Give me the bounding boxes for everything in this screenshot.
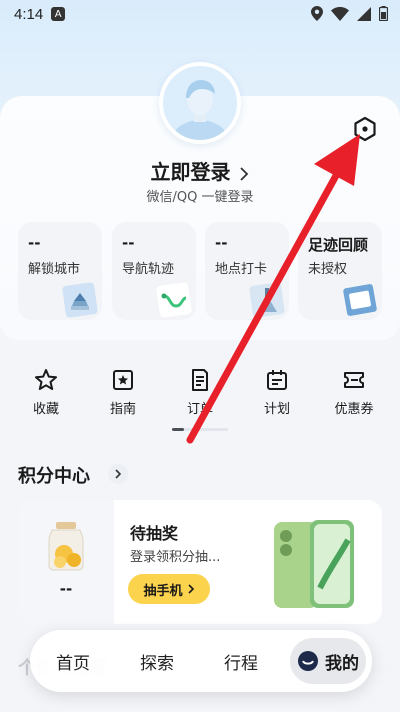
nav-me[interactable]: 我的 <box>290 638 366 684</box>
chevron-right-icon <box>115 469 122 479</box>
wifi-icon <box>331 6 349 21</box>
quick-actions: 收藏 指南 订单 计划 优惠券 <box>0 368 400 418</box>
lottery-description: 登录领积分抽... <box>130 550 221 565</box>
stat-label: 导航轨迹 <box>122 262 175 277</box>
notification-badge: A <box>51 7 66 21</box>
quick-action-label: 订单 <box>186 402 213 417</box>
star-box-icon <box>113 370 133 390</box>
quick-action-orders[interactable]: 订单 <box>170 368 230 417</box>
status-time: 4:14 <box>14 5 44 23</box>
smile-logo-icon <box>298 651 318 671</box>
login-subtitle: 微信/QQ 一键登录 <box>146 190 254 205</box>
status-icons <box>311 6 388 21</box>
login-title-text: 立即登录 <box>150 160 231 184</box>
nav-me-label: 我的 <box>325 653 359 674</box>
settings-hexagon-icon[interactable] <box>352 116 378 142</box>
avatar[interactable] <box>159 62 241 144</box>
points-center-title[interactable]: 积分中心 <box>18 462 90 488</box>
order-icon <box>192 369 208 391</box>
stat-label: 未授权 <box>308 262 348 277</box>
phone-prize-image <box>274 520 354 608</box>
passport-icon <box>343 284 377 316</box>
quick-action-plan[interactable]: 计划 <box>247 368 307 417</box>
stat-label: 解锁城市 <box>28 262 81 277</box>
battery-icon <box>379 6 388 21</box>
star-icon <box>35 369 57 390</box>
calendar-icon <box>267 370 287 390</box>
points-value: -- <box>59 580 73 598</box>
chevron-right-icon <box>187 584 194 594</box>
stat-card-footprint[interactable]: 足迹回顾 未授权 <box>298 222 382 320</box>
signal-icon <box>357 6 371 21</box>
points-center-more[interactable] <box>108 464 128 484</box>
stat-value: 足迹回顾 <box>308 236 369 254</box>
stat-card-cities[interactable]: -- 解锁城市 <box>18 222 102 320</box>
points-jar-panel: -- <box>18 500 114 624</box>
coupon-icon <box>344 372 364 388</box>
default-avatar-icon <box>170 80 230 140</box>
draw-phone-button[interactable]: 抽手机 <box>128 574 210 604</box>
quick-action-label: 优惠券 <box>334 402 374 417</box>
nav-home[interactable]: 首页 <box>44 630 102 692</box>
landmark-icon <box>249 282 285 318</box>
quick-action-coupons[interactable]: 优惠券 <box>324 368 384 417</box>
lottery-title: 待抽奖 <box>130 524 179 543</box>
bottom-nav: 首页 探索 行程 我的 <box>30 630 372 692</box>
quick-action-label: 指南 <box>109 402 136 417</box>
route-icon <box>156 282 192 318</box>
page-indicator <box>172 428 228 431</box>
status-bar: 4:14 A <box>0 0 400 28</box>
page-indicator-active <box>172 428 184 431</box>
stat-value: -- <box>215 234 228 252</box>
stat-value: -- <box>122 234 135 252</box>
stat-card-checkins[interactable]: -- 地点打卡 <box>205 222 289 320</box>
stat-card-tracks[interactable]: -- 导航轨迹 <box>112 222 196 320</box>
nav-trips[interactable]: 行程 <box>212 630 270 692</box>
location-icon <box>311 6 323 21</box>
draw-phone-label: 抽手机 <box>143 583 183 599</box>
temple-icon <box>62 282 98 318</box>
quick-action-label: 计划 <box>263 402 290 417</box>
stat-label: 地点打卡 <box>215 262 268 277</box>
coin-jar-icon <box>48 522 84 571</box>
nav-explore[interactable]: 探索 <box>128 630 186 692</box>
login-link[interactable]: 立即登录 <box>0 156 400 185</box>
stat-value: -- <box>28 234 41 252</box>
quick-action-label: 收藏 <box>32 402 59 417</box>
chevron-right-icon <box>240 166 249 181</box>
quick-action-favorites[interactable]: 收藏 <box>16 368 76 417</box>
quick-action-guide[interactable]: 指南 <box>93 368 153 417</box>
lottery-card[interactable]: -- 待抽奖 登录领积分抽... 抽手机 <box>18 500 382 624</box>
